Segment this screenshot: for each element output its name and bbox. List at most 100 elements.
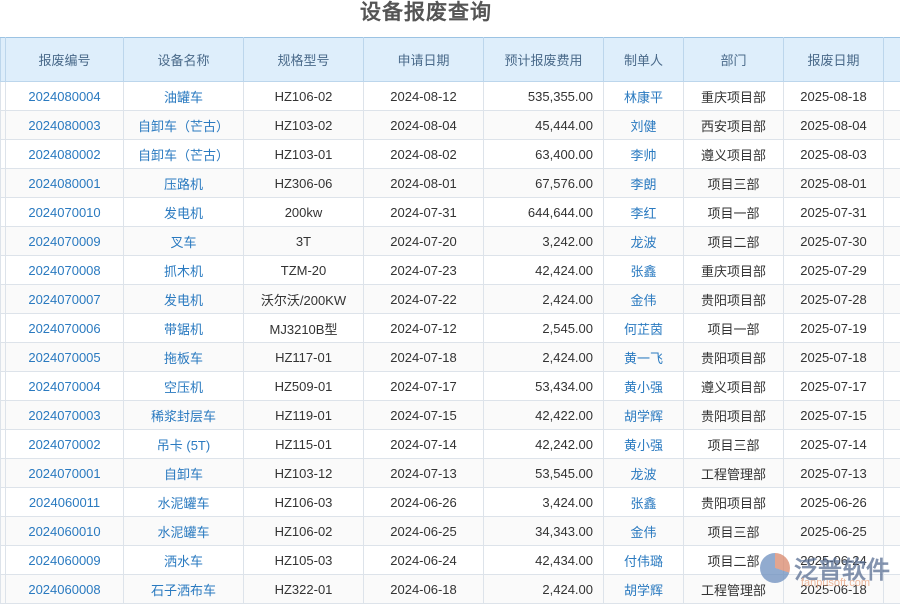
cell-scrap-date: 2025-07-15: [784, 401, 884, 430]
cell-apply-date: 2024-08-02: [364, 140, 484, 169]
cell-creator[interactable]: 李朗: [604, 169, 684, 198]
cell-spec-model: HZ103-01: [244, 140, 364, 169]
table-header: 报废编号设备名称规格型号申请日期预计报废费用制单人部门报废日期: [1, 38, 900, 82]
cell-apply-date: 2024-07-18: [364, 343, 484, 372]
cell-creator[interactable]: 龙波: [604, 459, 684, 488]
cell-scrap-no[interactable]: 2024070002: [6, 430, 124, 459]
header-spec-model[interactable]: 规格型号: [244, 38, 364, 82]
cell-creator[interactable]: 黄小强: [604, 372, 684, 401]
table-row[interactable]: 2024070008抓木机TZM-202024-07-2342,424.00张鑫…: [1, 256, 900, 285]
cell-scrap-no[interactable]: 2024070001: [6, 459, 124, 488]
header-department[interactable]: 部门: [684, 38, 784, 82]
cell-device-name[interactable]: 自卸车（芒古）: [124, 140, 244, 169]
header-est-cost[interactable]: 预计报废费用: [484, 38, 604, 82]
cell-creator[interactable]: 金伟: [604, 517, 684, 546]
cell-scrap-no[interactable]: 2024070008: [6, 256, 124, 285]
cell-device-name[interactable]: 水泥罐车: [124, 488, 244, 517]
table-row[interactable]: 2024080004油罐车HZ106-022024-08-12535,355.0…: [1, 82, 900, 111]
table-row[interactable]: 2024060011水泥罐车HZ106-032024-06-263,424.00…: [1, 488, 900, 517]
cell-creator[interactable]: 李红: [604, 198, 684, 227]
cell-device-name[interactable]: 发电机: [124, 285, 244, 314]
cell-creator[interactable]: 黄一飞: [604, 343, 684, 372]
cell-department: 项目三部: [684, 430, 784, 459]
cell-spec-model: TZM-20: [244, 256, 364, 285]
cell-scrap-no[interactable]: 2024060008: [6, 575, 124, 604]
row-extra-cell: [884, 343, 900, 372]
cell-scrap-no[interactable]: 2024070009: [6, 227, 124, 256]
cell-device-name[interactable]: 自卸车（芒古）: [124, 111, 244, 140]
cell-device-name[interactable]: 抓木机: [124, 256, 244, 285]
table-row[interactable]: 2024070001自卸车HZ103-122024-07-1353,545.00…: [1, 459, 900, 488]
header-scrap-no[interactable]: 报废编号: [6, 38, 124, 82]
cell-apply-date: 2024-07-23: [364, 256, 484, 285]
cell-creator[interactable]: 刘健: [604, 111, 684, 140]
cell-est-cost: 2,424.00: [484, 343, 604, 372]
header-scrap-date[interactable]: 报废日期: [784, 38, 884, 82]
cell-creator[interactable]: 黄小强: [604, 430, 684, 459]
cell-device-name[interactable]: 洒水车: [124, 546, 244, 575]
cell-device-name[interactable]: 稀浆封层车: [124, 401, 244, 430]
table-row[interactable]: 2024080003自卸车（芒古）HZ103-022024-08-0445,44…: [1, 111, 900, 140]
cell-device-name[interactable]: 发电机: [124, 198, 244, 227]
cell-scrap-no[interactable]: 2024070006: [6, 314, 124, 343]
table-row[interactable]: 2024070005拖板车HZ117-012024-07-182,424.00黄…: [1, 343, 900, 372]
cell-creator[interactable]: 龙波: [604, 227, 684, 256]
cell-apply-date: 2024-06-24: [364, 546, 484, 575]
table-row[interactable]: 2024060009洒水车HZ105-032024-06-2442,434.00…: [1, 546, 900, 575]
table-row[interactable]: 2024070007发电机沃尔沃/200KW2024-07-222,424.00…: [1, 285, 900, 314]
cell-scrap-no[interactable]: 2024070004: [6, 372, 124, 401]
cell-creator[interactable]: 李帅: [604, 140, 684, 169]
cell-device-name[interactable]: 石子洒布车: [124, 575, 244, 604]
cell-scrap-no[interactable]: 2024060011: [6, 488, 124, 517]
table-row[interactable]: 2024080002自卸车（芒古）HZ103-012024-08-0263,40…: [1, 140, 900, 169]
cell-scrap-no[interactable]: 2024080003: [6, 111, 124, 140]
cell-device-name[interactable]: 叉车: [124, 227, 244, 256]
row-extra-cell: [884, 256, 900, 285]
cell-device-name[interactable]: 压路机: [124, 169, 244, 198]
table-row[interactable]: 2024060010水泥罐车HZ106-022024-06-2534,343.0…: [1, 517, 900, 546]
scrap-table: 报废编号设备名称规格型号申请日期预计报废费用制单人部门报废日期 20240800…: [0, 37, 900, 604]
cell-creator[interactable]: 张鑫: [604, 256, 684, 285]
cell-creator[interactable]: 张鑫: [604, 488, 684, 517]
cell-creator[interactable]: 付伟璐: [604, 546, 684, 575]
table-row[interactable]: 2024070003稀浆封层车HZ119-012024-07-1542,422.…: [1, 401, 900, 430]
cell-creator[interactable]: 胡学辉: [604, 575, 684, 604]
table-row[interactable]: 2024070002吊卡 (5T)HZ115-012024-07-1442,24…: [1, 430, 900, 459]
cell-scrap-no[interactable]: 2024080002: [6, 140, 124, 169]
cell-scrap-no[interactable]: 2024070003: [6, 401, 124, 430]
row-extra-cell: [884, 227, 900, 256]
cell-creator[interactable]: 何芷茵: [604, 314, 684, 343]
cell-creator[interactable]: 胡学辉: [604, 401, 684, 430]
cell-scrap-no[interactable]: 2024070007: [6, 285, 124, 314]
cell-scrap-no[interactable]: 2024070005: [6, 343, 124, 372]
cell-device-name[interactable]: 油罐车: [124, 82, 244, 111]
table-row[interactable]: 2024060008石子洒布车HZ322-012024-06-182,424.0…: [1, 575, 900, 604]
cell-scrap-no[interactable]: 2024070010: [6, 198, 124, 227]
table-row[interactable]: 2024070009叉车3T2024-07-203,242.00龙波项目二部20…: [1, 227, 900, 256]
cell-scrap-no[interactable]: 2024080004: [6, 82, 124, 111]
cell-department: 重庆项目部: [684, 256, 784, 285]
cell-device-name[interactable]: 吊卡 (5T): [124, 430, 244, 459]
cell-scrap-no[interactable]: 2024060010: [6, 517, 124, 546]
cell-creator[interactable]: 林康平: [604, 82, 684, 111]
cell-device-name[interactable]: 自卸车: [124, 459, 244, 488]
cell-scrap-no[interactable]: 2024080001: [6, 169, 124, 198]
header-creator[interactable]: 制单人: [604, 38, 684, 82]
cell-spec-model: HZ117-01: [244, 343, 364, 372]
cell-device-name[interactable]: 水泥罐车: [124, 517, 244, 546]
cell-device-name[interactable]: 带锯机: [124, 314, 244, 343]
row-extra-cell: [884, 169, 900, 198]
row-extra-cell: [884, 372, 900, 401]
table-row[interactable]: 2024070010发电机200kw2024-07-31644,644.00李红…: [1, 198, 900, 227]
table-row[interactable]: 2024070004空压机HZ509-012024-07-1753,434.00…: [1, 372, 900, 401]
header-apply-date[interactable]: 申请日期: [364, 38, 484, 82]
cell-department: 遵义项目部: [684, 140, 784, 169]
cell-creator[interactable]: 金伟: [604, 285, 684, 314]
table-row[interactable]: 2024070006带锯机MJ3210B型2024-07-122,545.00何…: [1, 314, 900, 343]
cell-spec-model: HZ105-03: [244, 546, 364, 575]
table-row[interactable]: 2024080001压路机HZ306-062024-08-0167,576.00…: [1, 169, 900, 198]
cell-scrap-no[interactable]: 2024060009: [6, 546, 124, 575]
cell-device-name[interactable]: 空压机: [124, 372, 244, 401]
cell-device-name[interactable]: 拖板车: [124, 343, 244, 372]
header-device-name[interactable]: 设备名称: [124, 38, 244, 82]
